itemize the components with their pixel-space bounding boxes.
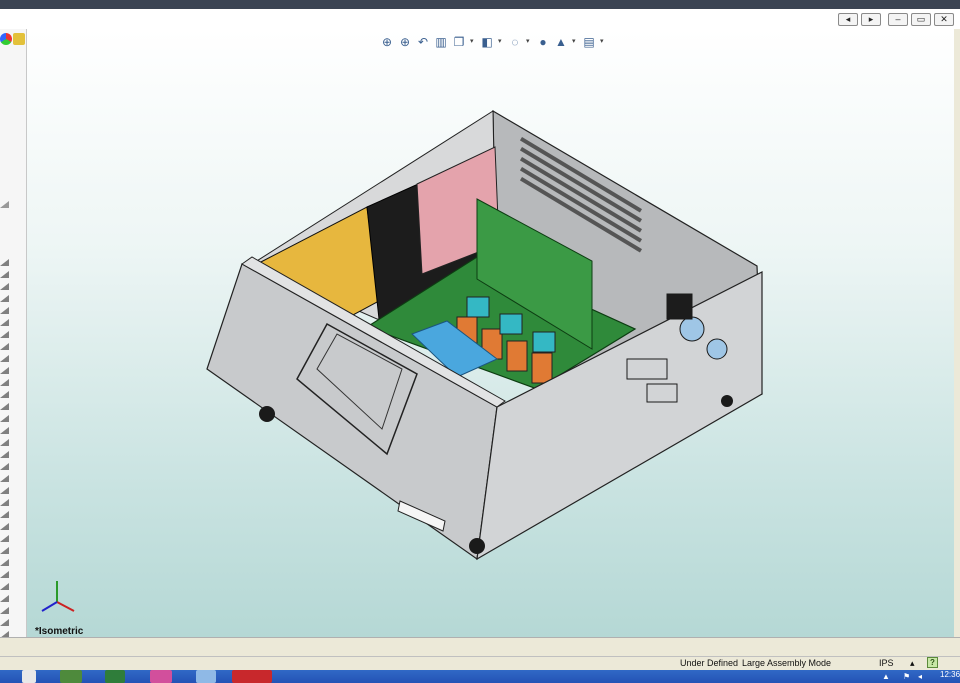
windows-taskbar: ▲ ⚑ ◂ 12:36: [0, 670, 960, 683]
taskbar-clock[interactable]: 12:36: [940, 670, 960, 679]
tree-expander-icon[interactable]: [0, 499, 9, 506]
feature-manager-panel: [0, 29, 27, 638]
taskbar-app-icon[interactable]: [60, 670, 82, 683]
tree-expander-icon[interactable]: [0, 463, 9, 470]
tree-expander-icon[interactable]: [0, 355, 9, 362]
view-triad-icon: [41, 581, 75, 612]
tree-expander-icon[interactable]: [0, 475, 9, 482]
solidworks-window: ◂ ▸ – ▭ ✕ ⊕⊕↶▥❐▾◧▾◌▾●▲▾▤▾: [0, 9, 960, 656]
restore-button[interactable]: ▭: [911, 13, 931, 26]
tree-expander-icon[interactable]: [0, 571, 9, 578]
tree-expander-icon[interactable]: [0, 439, 9, 446]
help-icon[interactable]: ?: [927, 657, 938, 668]
tree-expander-icon[interactable]: [0, 523, 9, 530]
tray-volume-icon[interactable]: ◂: [918, 673, 927, 681]
minimize-button[interactable]: –: [888, 13, 908, 26]
graphics-area[interactable]: ⊕ ⊕ ↶ ▥ ❐ ▾ ◧ ▾ ◌ ▾ ● ▲ ▾ ▤ ▾ *Isometric: [27, 29, 954, 637]
assembly-model[interactable]: [27, 29, 954, 637]
window-controls: ◂ ▸ – ▭ ✕: [838, 13, 954, 26]
close-button[interactable]: ✕: [934, 13, 954, 26]
top-strip: [0, 0, 960, 9]
taskbar-solidworks-icon[interactable]: [232, 670, 272, 683]
tree-expander-icon[interactable]: [0, 427, 9, 434]
taskbar-acrobat-icon[interactable]: [22, 670, 36, 683]
assembly-mode-status: Large Assembly Mode: [742, 658, 832, 668]
tree-expander-icon[interactable]: [0, 607, 9, 614]
tree-expander-icon[interactable]: [0, 403, 9, 410]
tree-expander-icon[interactable]: [0, 511, 9, 518]
tile-right-button[interactable]: ▸: [861, 13, 881, 26]
unit-system-status[interactable]: IPS: [879, 658, 894, 668]
tree-expander-icon[interactable]: [0, 547, 9, 554]
tree-expander-icon[interactable]: [0, 295, 9, 302]
taskbar-excel-icon[interactable]: [105, 670, 125, 683]
tray-network-icon[interactable]: ▲: [882, 673, 891, 681]
taskbar-folder-icon[interactable]: [196, 670, 216, 683]
model-tabs-bar: [0, 637, 960, 656]
status-bar: Under Defined Large Assembly Mode IPS ▴ …: [0, 656, 960, 670]
scene-icon[interactable]: [13, 33, 25, 45]
tree-expander-icon[interactable]: [0, 391, 9, 398]
tree-expander-icon[interactable]: [0, 271, 9, 278]
tree-expander-icon[interactable]: [0, 559, 9, 566]
tree-expander-icon[interactable]: [0, 283, 9, 290]
appearance-icon[interactable]: [0, 33, 12, 45]
tree-expander-icon[interactable]: [0, 319, 9, 326]
tree-expander-icon[interactable]: [0, 331, 9, 338]
tree-expander-icon[interactable]: [0, 307, 9, 314]
tray-flag-icon[interactable]: ⚑: [903, 673, 912, 681]
tile-left-button[interactable]: ◂: [838, 13, 858, 26]
tree-expander-icon[interactable]: [0, 487, 9, 494]
tree-expander-icon[interactable]: [0, 367, 9, 374]
taskbar-flower-icon[interactable]: [150, 670, 172, 683]
tree-expander-icon[interactable]: [0, 595, 9, 602]
tree-expander-icon[interactable]: [0, 379, 9, 386]
sketch-state-status: Under Defined: [680, 658, 739, 668]
rebuild-icon[interactable]: [0, 201, 9, 208]
tree-expander-icon[interactable]: [0, 415, 9, 422]
tree-expander-icon[interactable]: [0, 343, 9, 350]
document-title-row: ◂ ▸ – ▭ ✕: [0, 9, 960, 29]
tree-expander-icon[interactable]: [0, 535, 9, 542]
tree-expander-icon[interactable]: [0, 619, 9, 626]
tree-expander-icon[interactable]: [0, 583, 9, 590]
tree-expander-icon[interactable]: [0, 451, 9, 458]
view-orientation-label: *Isometric: [35, 626, 84, 637]
tree-expander-icon[interactable]: [0, 259, 9, 266]
unit-system-dropdown[interactable]: ▴: [910, 658, 915, 669]
